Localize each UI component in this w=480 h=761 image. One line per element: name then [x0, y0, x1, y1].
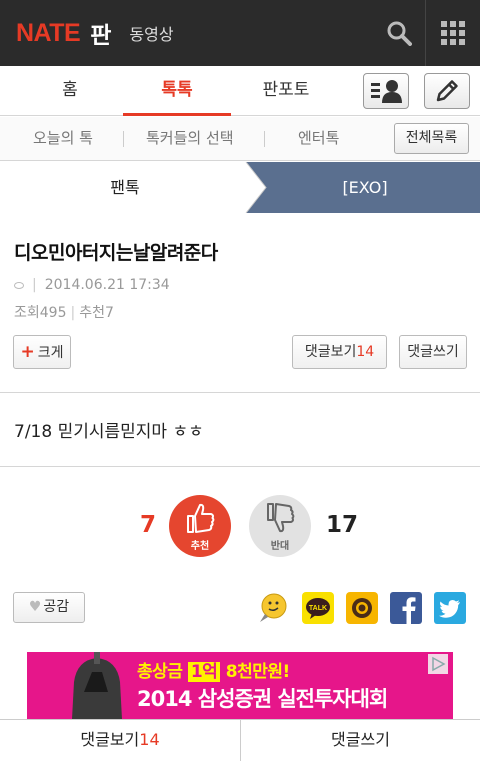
downvote-label: 반대 [270, 541, 290, 552]
kakaotalk-label: TALK [309, 605, 327, 612]
bottom-bar: 댓글보기14 댓글쓰기 [0, 719, 480, 761]
breadcrumb-fantalk[interactable]: 팬톡 [60, 162, 190, 213]
main-tabs: 홈 톡톡 판포토 [0, 66, 480, 116]
upvote-count: 7 [140, 512, 157, 538]
nate-logo[interactable]: NATE [16, 19, 81, 48]
plus-icon: + [20, 342, 35, 362]
top-header: NATE 판 동영상 [0, 0, 480, 66]
twitter-share-icon[interactable] [434, 592, 466, 624]
view-comments-label: 댓글보기 [304, 344, 357, 360]
divider [0, 392, 480, 393]
thumbs-up-icon [187, 503, 215, 533]
downvote-button[interactable]: 반대 [249, 495, 311, 557]
emoticon-share-icon[interactable] [257, 592, 289, 624]
ad-prize-label: 총상금 [137, 662, 183, 682]
ad-creative[interactable]: 총상금 1억 8천만원! 2014 삼성증권 실전투자대회 [27, 652, 453, 719]
recommend-label: 추천 [79, 305, 105, 321]
warrior-helmet-icon [72, 652, 122, 719]
all-list-button[interactable]: 전체목록 [394, 123, 469, 154]
subtab-divider [264, 131, 265, 147]
divider [0, 466, 480, 467]
breadcrumb: 팬톡 [EXO] [0, 162, 480, 213]
article-title: 디오민아터지는날알려준다 [14, 242, 218, 264]
bottom-view-comments-button[interactable]: 댓글보기14 [0, 720, 240, 761]
enlarge-label: 크게 [37, 345, 64, 361]
ad-banner[interactable]: 총상금 1억 8천만원! 2014 삼성증권 실전투자대회 [0, 652, 480, 719]
sub-tabs: 오늘의 톡 톡커들의 선택 엔터톡 전체목록 [0, 117, 480, 161]
article-meta: | 2014.06.21 17:34 [14, 277, 170, 293]
heart-icon: ♥ [28, 599, 42, 615]
facebook-share-icon[interactable] [390, 592, 422, 624]
tab-home[interactable]: 홈 [22, 66, 118, 116]
upvote-button[interactable]: 추천 [169, 495, 231, 557]
empathy-button[interactable]: ♥ 공감 [13, 592, 85, 623]
breadcrumb-exo[interactable]: [EXO] [300, 162, 430, 213]
views-count: 495 [39, 305, 67, 321]
kakaotalk-share-icon[interactable]: TALK [302, 592, 334, 624]
tab-toktok[interactable]: 톡톡 [123, 66, 231, 116]
comment-count: 14 [356, 344, 375, 360]
header-divider [425, 0, 426, 66]
pan-logo[interactable]: 판 [90, 16, 111, 50]
view-comments-button[interactable]: 댓글보기14 [292, 335, 387, 369]
user-list-icon [371, 80, 402, 103]
tab-panphoto[interactable]: 판포토 [232, 66, 340, 116]
meta-divider: | [70, 305, 76, 321]
nate-pan-logo[interactable]: NATE 판 동영상 [16, 19, 174, 50]
video-link[interactable]: 동영상 [129, 21, 173, 45]
article-stats: 조회495 | 추천7 [14, 302, 114, 322]
bottom-write-comment-button[interactable]: 댓글쓰기 [240, 720, 480, 761]
downvote-count: 17 [326, 512, 359, 538]
write-comment-button[interactable]: 댓글쓰기 [399, 335, 467, 369]
bottom-comment-count: 14 [139, 730, 160, 749]
article-body: 7/18 믿기시름믿지마 ㅎㅎ [14, 422, 204, 442]
ad-info-icon[interactable] [428, 654, 448, 674]
meta-divider: | [32, 277, 37, 293]
ad-subtitle: 2014 삼성증권 실전투자대회 [137, 687, 388, 711]
my-list-button[interactable] [363, 73, 409, 109]
subtab-talkers-choice[interactable]: 톡커들의 선택 [146, 117, 234, 160]
write-post-button[interactable] [424, 73, 470, 109]
ad-prize-highlight: 1억 [187, 662, 221, 682]
thumbs-down-icon [267, 503, 295, 533]
search-icon[interactable] [386, 20, 412, 46]
subtab-enter-talk[interactable]: 엔터톡 [298, 117, 339, 160]
subtab-today[interactable]: 오늘의 톡 [33, 117, 93, 160]
ad-headline: 총상금 1억 8천만원! [137, 657, 290, 682]
kakaostory-share-icon[interactable] [346, 592, 378, 624]
subtab-divider [123, 131, 124, 147]
author-icon [14, 281, 24, 289]
article-date: 2014.06.21 17:34 [44, 277, 170, 293]
enlarge-text-button[interactable]: + 크게 [13, 335, 71, 369]
pencil-icon [436, 80, 458, 102]
bottom-view-comments-label: 댓글보기 [80, 730, 140, 749]
views-label: 조회 [14, 305, 40, 321]
empathy-label: 공감 [43, 599, 70, 615]
grid-menu-icon[interactable] [441, 21, 465, 45]
ad-prize-suffix: 8천만원! [225, 662, 291, 682]
upvote-label: 추천 [190, 541, 210, 552]
recommend-count: 7 [104, 305, 114, 321]
